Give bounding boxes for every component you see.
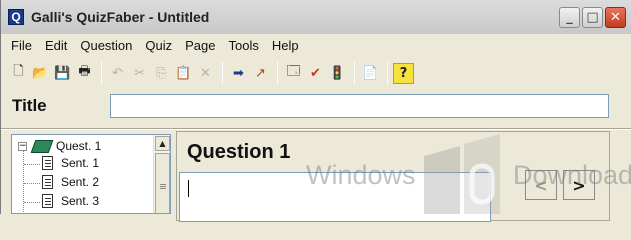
toolbar-separator [387,62,388,84]
toolbar-separator [101,62,102,84]
watermark-logo-icon [424,134,500,214]
document-icon [42,175,53,189]
tree-node-quest-1[interactable]: − Quest. 1 [18,139,101,153]
grip-icon [160,184,166,185]
scroll-up-icon[interactable]: ▲ [155,136,170,151]
title-label: Title [12,96,47,115]
menu-page[interactable]: Page [179,38,222,53]
app-logo-icon: Q [8,9,24,25]
window-controls: _ □ ✕ [559,7,626,28]
menu-bar: File Edit Question Quiz Page Tools Help [1,34,631,56]
quiz-tree[interactable]: − Quest. 1 Sent. 1 Sent. 2 Sent. 3 ▲ [11,134,171,214]
menu-edit[interactable]: Edit [39,38,74,53]
question-heading: Question 1 [187,141,291,163]
watermark-text-left: Windows [306,160,416,190]
document-list-icon[interactable]: 📄 [360,63,381,84]
title-bar[interactable]: Q Galli's QuizFaber - Untitled _ □ ✕ [1,0,631,34]
menu-file[interactable]: File [5,38,39,53]
properties-icon[interactable]: 🗔 [283,63,304,84]
tree-node-label: Sent. 1 [61,156,100,170]
tree-node-sent-1[interactable]: Sent. 1 [24,156,100,170]
tree-scrollbar[interactable]: ▲ [153,135,170,213]
toolbar: 🗋 📂 💾 🖶 ↶ ✂ ⎘ 📋 ✕ ➡ ↗ 🗔 ✔ 🚦 📄 ? [1,58,631,88]
minimize-button[interactable]: _ [559,7,580,28]
cut-icon[interactable]: ✂ [129,63,150,84]
menu-question[interactable]: Question [74,38,139,53]
book-icon [30,139,54,153]
help-icon[interactable]: ? [393,62,414,84]
tree-connector [24,183,40,184]
paste-icon[interactable]: 📋 [173,63,194,84]
horizontal-divider [1,128,631,130]
maximize-button[interactable]: □ [582,7,603,28]
undo-icon[interactable]: ↶ [107,63,128,84]
tree-node-sent-2[interactable]: Sent. 2 [24,175,100,189]
delete-icon[interactable]: ✕ [195,63,216,84]
app-window: Q Galli's QuizFaber - Untitled _ □ ✕ Fil… [0,0,631,222]
text-caret [188,180,189,197]
arrow-up-right-icon[interactable]: ↗ [250,63,271,84]
new-file-icon[interactable]: 🗋 [8,63,29,84]
save-icon[interactable]: 💾 [52,63,73,84]
document-icon [42,194,53,208]
toolbar-separator [277,62,278,84]
tree-node-label: Sent. 3 [61,194,100,208]
menu-tools[interactable]: Tools [223,38,266,53]
tree-connector [24,164,40,165]
menu-help[interactable]: Help [266,38,306,53]
window-title: Galli's QuizFaber - Untitled [31,9,210,25]
watermark-text-right: Download [513,160,631,190]
open-folder-icon[interactable]: 📂 [30,63,51,84]
collapse-icon[interactable]: − [18,141,27,151]
menu-quiz[interactable]: Quiz [139,38,179,53]
tree-connector [24,202,40,203]
print-icon[interactable]: 🖶 [74,63,95,84]
document-icon [42,156,53,170]
arrow-right-icon[interactable]: ➡ [228,63,249,84]
toolbar-separator [354,62,355,84]
tree-branch-line [23,150,24,213]
check-icon[interactable]: ✔ [305,63,326,84]
copy-icon[interactable]: ⎘ [151,63,172,84]
close-button[interactable]: ✕ [605,7,626,28]
tree-root-label: Quest. 1 [56,139,102,153]
scroll-thumb[interactable] [155,153,170,213]
title-input[interactable] [110,94,609,118]
tree-node-sent-3[interactable]: Sent. 3 [24,194,100,208]
toolbar-separator [222,62,223,84]
traffic-light-icon[interactable]: 🚦 [327,63,348,84]
tree-node-label: Sent. 2 [61,175,100,189]
